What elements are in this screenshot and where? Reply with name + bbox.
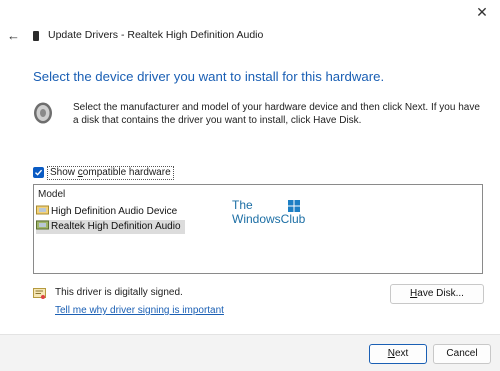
cancel-button[interactable]: Cancel: [433, 344, 491, 364]
button-accel: N: [387, 348, 395, 359]
footer-bar: Next Cancel: [0, 334, 500, 371]
list-item[interactable]: High Definition Audio Device: [36, 205, 181, 219]
watermark: The WindowsClub: [232, 198, 322, 232]
instruction-text: Select the manufacturer and model of you…: [73, 102, 480, 126]
show-compatible-checkbox[interactable]: [33, 167, 44, 178]
watermark-line1: The: [232, 198, 253, 212]
label-part: ompatible hardware: [82, 167, 171, 178]
button-label: ext: [394, 348, 409, 359]
button-label: ave Disk...: [417, 288, 464, 299]
show-compatible-label[interactable]: Show compatible hardware: [47, 166, 174, 180]
list-header: Model: [38, 189, 66, 200]
back-arrow-icon[interactable]: ←: [7, 28, 23, 44]
certificate-icon: [33, 288, 46, 299]
list-item-label: Realtek High Definition Audio: [51, 221, 181, 232]
driver-signing-link[interactable]: Tell me why driver signing is important: [55, 305, 224, 316]
title-bar: ← Update Drivers - Realtek High Definiti…: [0, 28, 500, 48]
close-icon[interactable]: ✕: [476, 4, 488, 20]
driver-icon: [36, 220, 49, 230]
windows-logo-icon: [288, 200, 300, 212]
device-icon: [33, 31, 39, 41]
label-part: Show: [50, 167, 78, 178]
window-title: Update Drivers - Realtek High Definition…: [48, 29, 264, 41]
checkmark-icon: [35, 169, 43, 176]
next-button[interactable]: Next: [369, 344, 427, 364]
page-heading: Select the device driver you want to ins…: [33, 69, 385, 84]
list-item-selected[interactable]: Realtek High Definition Audio: [36, 220, 185, 234]
have-disk-button[interactable]: Have Disk...: [390, 284, 484, 304]
list-item-label: High Definition Audio Device: [51, 206, 178, 217]
signed-status-text: This driver is digitally signed.: [55, 287, 183, 298]
speaker-icon: [34, 102, 52, 124]
close-button[interactable]: ✕: [472, 2, 492, 22]
watermark-line2: WindowsClub: [232, 212, 306, 226]
driver-icon: [36, 205, 49, 215]
